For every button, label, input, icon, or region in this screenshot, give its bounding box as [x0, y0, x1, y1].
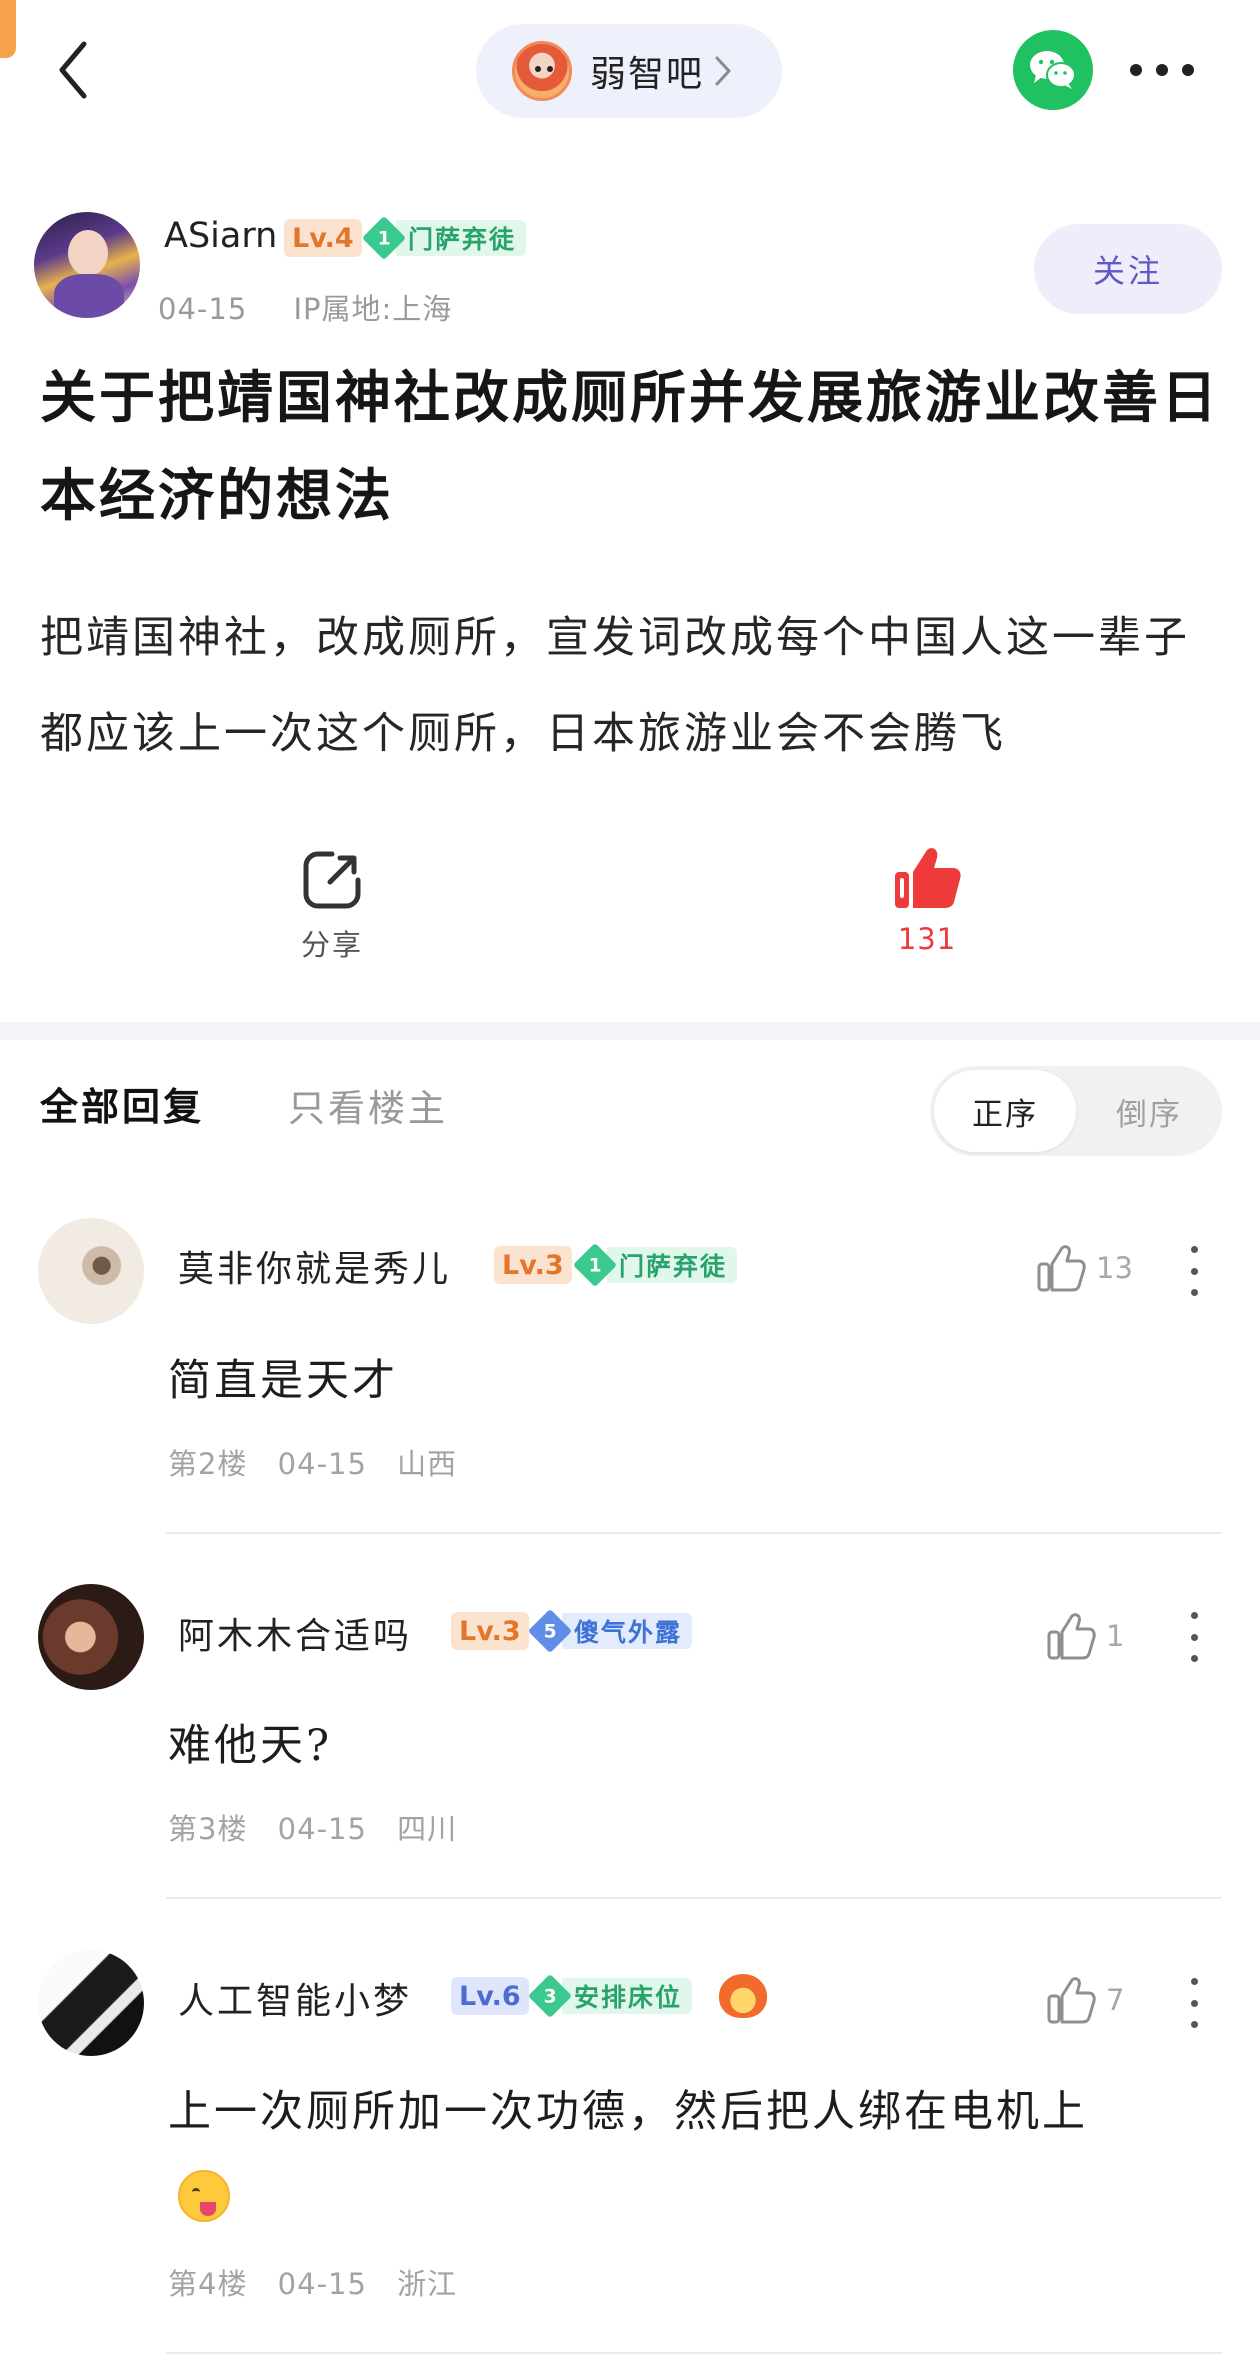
- ip-location: IP属地:上海: [293, 292, 453, 326]
- medal-title: 傻气外露: [562, 1613, 693, 1649]
- reply-divider: [166, 1532, 1222, 1534]
- reply-author-name[interactable]: 阿木木合适吗: [178, 1607, 412, 1659]
- wechat-share-button[interactable]: [1013, 30, 1093, 110]
- medal-badge: 1 门萨弃徒: [572, 1242, 738, 1288]
- dot-icon: [1190, 2021, 1198, 2028]
- like-button[interactable]: 131: [880, 844, 974, 956]
- chevron-left-icon: [59, 41, 87, 99]
- reply-location: 四川: [397, 1812, 458, 1846]
- medal-rank: 1: [588, 1254, 602, 1276]
- dot-icon: [1190, 1246, 1198, 1253]
- like-count: 131: [897, 922, 957, 956]
- medal-badge: 5 傻气外露: [527, 1608, 693, 1654]
- thumbs-up-filled-icon: [895, 848, 961, 908]
- medal-title: 安排床位: [562, 1978, 693, 2014]
- reply-avatar[interactable]: [38, 1950, 144, 2056]
- author-avatar[interactable]: [34, 212, 140, 318]
- order-desc-button[interactable]: 倒序: [1080, 1070, 1218, 1152]
- reply-like-count: 7: [1106, 1983, 1125, 2017]
- level-badge: Lv.6: [451, 1977, 529, 2015]
- top-bar: 弱智吧: [0, 0, 1260, 140]
- reply-date: 04-15: [277, 2267, 367, 2301]
- reply-more-button[interactable]: [1184, 1246, 1204, 1296]
- thumbs-up-icon: [1037, 1245, 1086, 1292]
- medal-badge: 1 门萨弃徒: [361, 215, 527, 261]
- wechat-icon: [1030, 51, 1076, 89]
- medal-title: 门萨弃徒: [607, 1247, 738, 1283]
- level-badge: Lv.3: [494, 1246, 572, 1284]
- share-button[interactable]: 分享: [290, 848, 374, 964]
- reply-divider: [166, 1897, 1222, 1899]
- post-meta: 04-15 IP属地:上海: [158, 286, 452, 328]
- dot-icon: [1130, 64, 1142, 76]
- reply-text: 简直是天才: [168, 1356, 398, 1406]
- reply-avatar[interactable]: [38, 1218, 144, 1324]
- reply-divider: [166, 2352, 1222, 2354]
- reply-author-name[interactable]: 人工智能小梦: [178, 1972, 412, 2024]
- section-divider: [0, 1022, 1260, 1040]
- forum-link[interactable]: 弱智吧: [476, 24, 782, 118]
- more-options-button[interactable]: [1130, 52, 1194, 88]
- reply-date: 04-15: [277, 1812, 367, 1846]
- sort-order-toggle: 正序 倒序: [930, 1066, 1222, 1156]
- reply-like-button[interactable]: 13: [1036, 1244, 1133, 1292]
- author-name[interactable]: ASiarn: [164, 216, 277, 256]
- reply-meta: 第4楼 04-15 浙江: [168, 2261, 457, 2303]
- reply-more-button[interactable]: [1184, 1978, 1204, 2028]
- reply-location: 山西: [397, 1447, 458, 1481]
- dot-icon: [1190, 1655, 1198, 1662]
- forum-name: 弱智吧: [590, 54, 705, 95]
- reply-like-button[interactable]: 7: [1046, 1976, 1124, 2024]
- dot-icon: [1190, 1999, 1198, 2007]
- badge-emoji-icon: [719, 1974, 767, 2018]
- dot-icon: [1190, 1633, 1198, 1641]
- medal-rank: 3: [543, 1985, 557, 2007]
- share-icon: [303, 851, 361, 909]
- reply-date: 04-15: [277, 1447, 367, 1481]
- medal-rank: 5: [543, 1620, 557, 1642]
- dot-icon: [1190, 1267, 1198, 1275]
- thumbs-up-icon: [1047, 1977, 1096, 2024]
- chevron-right-icon: [714, 54, 734, 88]
- dot-icon: [1156, 64, 1168, 76]
- dot-icon: [1182, 64, 1194, 76]
- post-date: 04-15: [158, 292, 248, 326]
- dot-icon: [1190, 1289, 1198, 1296]
- level-badge: Lv.4: [284, 219, 362, 257]
- reply-author-name[interactable]: 莫非你就是秀儿: [178, 1240, 451, 1292]
- reply-floor: 第3楼: [168, 1812, 248, 1846]
- reply-like-count: 13: [1096, 1251, 1133, 1285]
- reply-text: 难他天?: [168, 1721, 333, 1771]
- order-asc-button[interactable]: 正序: [934, 1070, 1076, 1152]
- medal-title: 门萨弃徒: [396, 220, 527, 256]
- reply-meta: 第2楼 04-15 山西: [168, 1441, 457, 1483]
- reply-like-button[interactable]: 1: [1046, 1612, 1124, 1660]
- reply-text: 上一次厕所加一次功德，然后把人绑在电机上: [168, 2087, 1088, 2137]
- share-label: 分享: [300, 928, 363, 962]
- post-title: 关于把靖国神社改成厕所并发展旅游业改善日本经济的想法: [40, 366, 1220, 529]
- thumbs-up-icon: [1047, 1613, 1096, 1660]
- medal-rank: 1: [377, 227, 391, 249]
- reply-meta: 第3楼 04-15 四川: [168, 1806, 457, 1848]
- level-badge: Lv.3: [451, 1612, 529, 1650]
- reply-location: 浙江: [397, 2267, 458, 2301]
- tab-all-replies[interactable]: 全部回复: [40, 1076, 204, 1131]
- reply-floor: 第2楼: [168, 1447, 248, 1481]
- reply-floor: 第4楼: [168, 2267, 248, 2301]
- forum-avatar: [512, 41, 572, 101]
- post-body: 把靖国神社，改成厕所，宣发词改成每个中国人这一辈子都应该上一次这个厕所，日本旅游…: [40, 613, 1190, 759]
- follow-button[interactable]: 关注: [1034, 224, 1222, 314]
- reply-more-button[interactable]: [1184, 1612, 1204, 1662]
- dot-icon: [1190, 1978, 1198, 1985]
- reply-avatar[interactable]: [38, 1584, 144, 1690]
- reply-like-count: 1: [1106, 1619, 1125, 1653]
- back-button[interactable]: [48, 38, 98, 102]
- yummy-face-emoji-icon: [178, 2170, 230, 2222]
- tab-op-only[interactable]: 只看楼主: [288, 1078, 448, 1132]
- medal-badge: 3 安排床位: [527, 1973, 693, 2019]
- dot-icon: [1190, 1612, 1198, 1619]
- edge-tab: [0, 0, 16, 58]
